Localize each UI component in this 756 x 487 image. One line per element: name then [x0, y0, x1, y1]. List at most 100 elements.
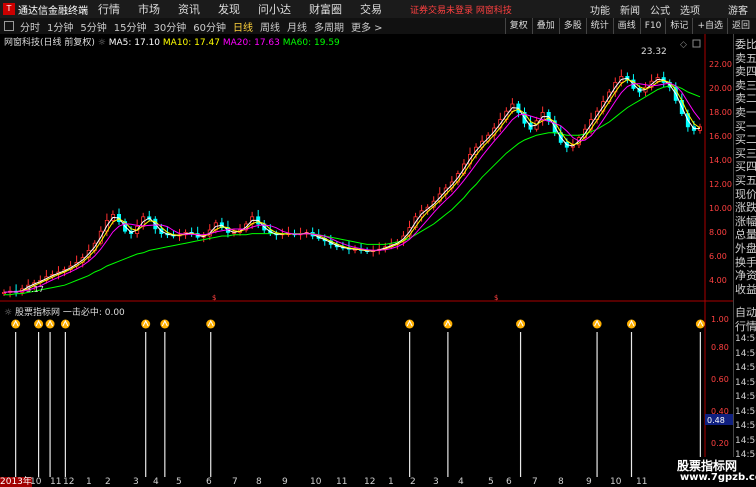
- period-tab-more[interactable]: 更多 >: [351, 19, 383, 34]
- tick-time: 14:56: [735, 435, 756, 446]
- menu-news[interactable]: 新闻: [620, 2, 640, 17]
- x-tick-label: 1: [86, 477, 92, 487]
- period-tab-multi[interactable]: 多周期: [314, 19, 344, 34]
- x-tick-label: 2: [105, 477, 111, 487]
- menu-item-market[interactable]: 市场: [138, 1, 160, 17]
- x-tick-label: 8: [558, 477, 564, 487]
- period-tab-60min[interactable]: 60分钟: [193, 19, 226, 34]
- watermark-url: www.7gpzb.com: [680, 472, 756, 483]
- ind-y-tick: 0.80: [711, 343, 729, 352]
- x-tick-label: 12: [63, 477, 75, 487]
- menu-item-quotes[interactable]: 行情: [98, 1, 120, 17]
- window-icon[interactable]: [4, 21, 14, 31]
- x-tick-label: 8: [256, 477, 262, 487]
- stats-button[interactable]: 统计: [585, 18, 613, 34]
- y-tick-label: 22.00: [709, 60, 732, 69]
- period-tab-monthly[interactable]: 月线: [287, 19, 307, 34]
- menu-item-trade[interactable]: 交易: [360, 1, 382, 17]
- quote-field-label[interactable]: 收益: [735, 281, 756, 297]
- x-tick-label: 10: [310, 477, 322, 487]
- menu-item-ask[interactable]: 问小达: [258, 1, 291, 17]
- guest-label[interactable]: 游客: [728, 2, 748, 17]
- time-axis: 2013年 10 11 12 1 2 3 4 5 6 7 8 9 10 11 12 1 2 3 4 5 6 7 8 9 10 11: [0, 477, 672, 487]
- period-tab-weekly[interactable]: 周线: [260, 19, 280, 34]
- x-tick-label: 9: [282, 477, 288, 487]
- x-tick-label: 9: [586, 477, 592, 487]
- add-watchlist-button[interactable]: +自选: [692, 18, 727, 34]
- x-tick-label: 7: [232, 477, 238, 487]
- y-tick-label: 10.00: [709, 204, 732, 213]
- menu-item-discover[interactable]: 发现: [218, 1, 240, 17]
- x-tick-label: 6: [206, 477, 212, 487]
- watermark-logo: 股票指标网 www.7gpzb.com: [672, 457, 756, 487]
- app-title: 通达信金融终端: [18, 5, 88, 17]
- x-tick-label: 2: [410, 477, 416, 487]
- tick-time: 14:56: [735, 348, 756, 359]
- back-button[interactable]: 返回: [726, 18, 754, 34]
- tick-time: 14:56: [735, 392, 756, 402]
- mark-button[interactable]: 标记: [665, 18, 692, 34]
- current-value-text: 0.48: [707, 416, 725, 425]
- chart-settings-icon[interactable]: ◇: [680, 40, 687, 50]
- period-tab-1min[interactable]: 1分钟: [47, 19, 73, 34]
- indicator-info: ☼ 股票指标网 一击必中: 0.00: [4, 305, 125, 318]
- menu-bar: T 通达信金融终端 行情 市场 资讯 发现 问小达 财富圈 交易 证券交易未登录…: [0, 0, 756, 19]
- x-tick-label: 10: [30, 477, 42, 487]
- signal-value: 一击必中: 0.00: [62, 308, 125, 318]
- x-tick-label: 3: [433, 477, 439, 487]
- menu-formula[interactable]: 公式: [650, 2, 670, 17]
- x-tick-label: 7: [532, 477, 538, 487]
- ind-y-tick: 1.00: [711, 315, 729, 324]
- x-tick-label: 4: [153, 477, 159, 487]
- ind-y-tick: 0.40: [711, 407, 729, 416]
- indicator-title: 股票指标网: [14, 308, 60, 318]
- y-tick-label: 20.00: [709, 84, 732, 93]
- high-price-label: 23.32: [641, 47, 667, 57]
- x-tick-label: 4: [458, 477, 464, 487]
- x-tick-label: 1: [388, 477, 394, 487]
- ma20-value: MA20: 17.63: [222, 38, 280, 48]
- menu-right-group: 功能 新闻 公式 选项 游客: [590, 2, 748, 17]
- period-tab-5min[interactable]: 5分钟: [80, 19, 106, 34]
- ind-y-tick: 0.60: [711, 375, 729, 384]
- login-warning[interactable]: 证券交易未登录 网窗科技: [410, 3, 512, 16]
- x-tick-label: 11: [50, 477, 62, 487]
- menu-function[interactable]: 功能: [590, 2, 610, 17]
- x-tick-label: 11: [636, 477, 648, 487]
- menu-options[interactable]: 选项: [680, 2, 700, 17]
- tick-time: 14:56: [735, 406, 756, 417]
- ma60-value: MA60: 19.59: [282, 38, 340, 48]
- y-tick-label: 14.00: [709, 156, 732, 165]
- menu-item-wealth[interactable]: 财富圈: [309, 1, 342, 17]
- stock-title: 网窗科技(日线 前复权): [4, 38, 95, 48]
- period-tab-intraday[interactable]: 分时: [20, 19, 40, 34]
- multi-stock-button[interactable]: 多股: [558, 18, 586, 34]
- y-tick-label: 4.00: [709, 276, 727, 285]
- x-tick-label: 5: [488, 477, 494, 487]
- y-tick-label: 16.00: [709, 132, 732, 141]
- period-tab-daily[interactable]: 日线: [233, 19, 253, 34]
- indicator-gear-icon[interactable]: ☼: [4, 308, 12, 318]
- period-tab-15min[interactable]: 15分钟: [114, 19, 147, 34]
- info-gear-icon[interactable]: ☼: [98, 38, 106, 48]
- tick-time: 14:56: [735, 363, 756, 373]
- price-chart[interactable]: 22.00 20.00 18.00 16.00 14.00 12.00 10.0…: [0, 34, 733, 302]
- low-price-label: 3.17: [26, 285, 44, 294]
- period-tab-30min[interactable]: 30分钟: [153, 19, 186, 34]
- ind-y-tick: 0.20: [711, 439, 729, 448]
- adjust-button[interactable]: 复权: [504, 18, 532, 34]
- x-tick-label: 5: [176, 477, 182, 487]
- indicator-chart[interactable]: 0.48 1.00 0.80 0.60 0.40 0.20: [0, 302, 733, 477]
- x-tick-label: 11: [336, 477, 348, 487]
- f10-button[interactable]: F10: [639, 18, 666, 34]
- period-toolbar: 分时 1分钟 5分钟 15分钟 30分钟 60分钟 日线 周线 月线 多周期 更…: [0, 18, 756, 35]
- y-tick-label: 12.00: [709, 180, 732, 189]
- overlay-button[interactable]: 叠加: [531, 18, 559, 34]
- y-tick-label: 8.00: [709, 228, 727, 237]
- draw-line-button[interactable]: 画线: [612, 18, 640, 34]
- tick-time: 14:56: [735, 421, 756, 431]
- menu-item-news[interactable]: 资讯: [178, 1, 200, 17]
- x-tick-label: 10: [610, 477, 622, 487]
- main-chart-info: 网窗科技(日线 前复权) ☼ MA5: 17.10 MA10: 17.47 MA…: [4, 35, 340, 48]
- quote-mode-label[interactable]: 行情: [735, 318, 756, 334]
